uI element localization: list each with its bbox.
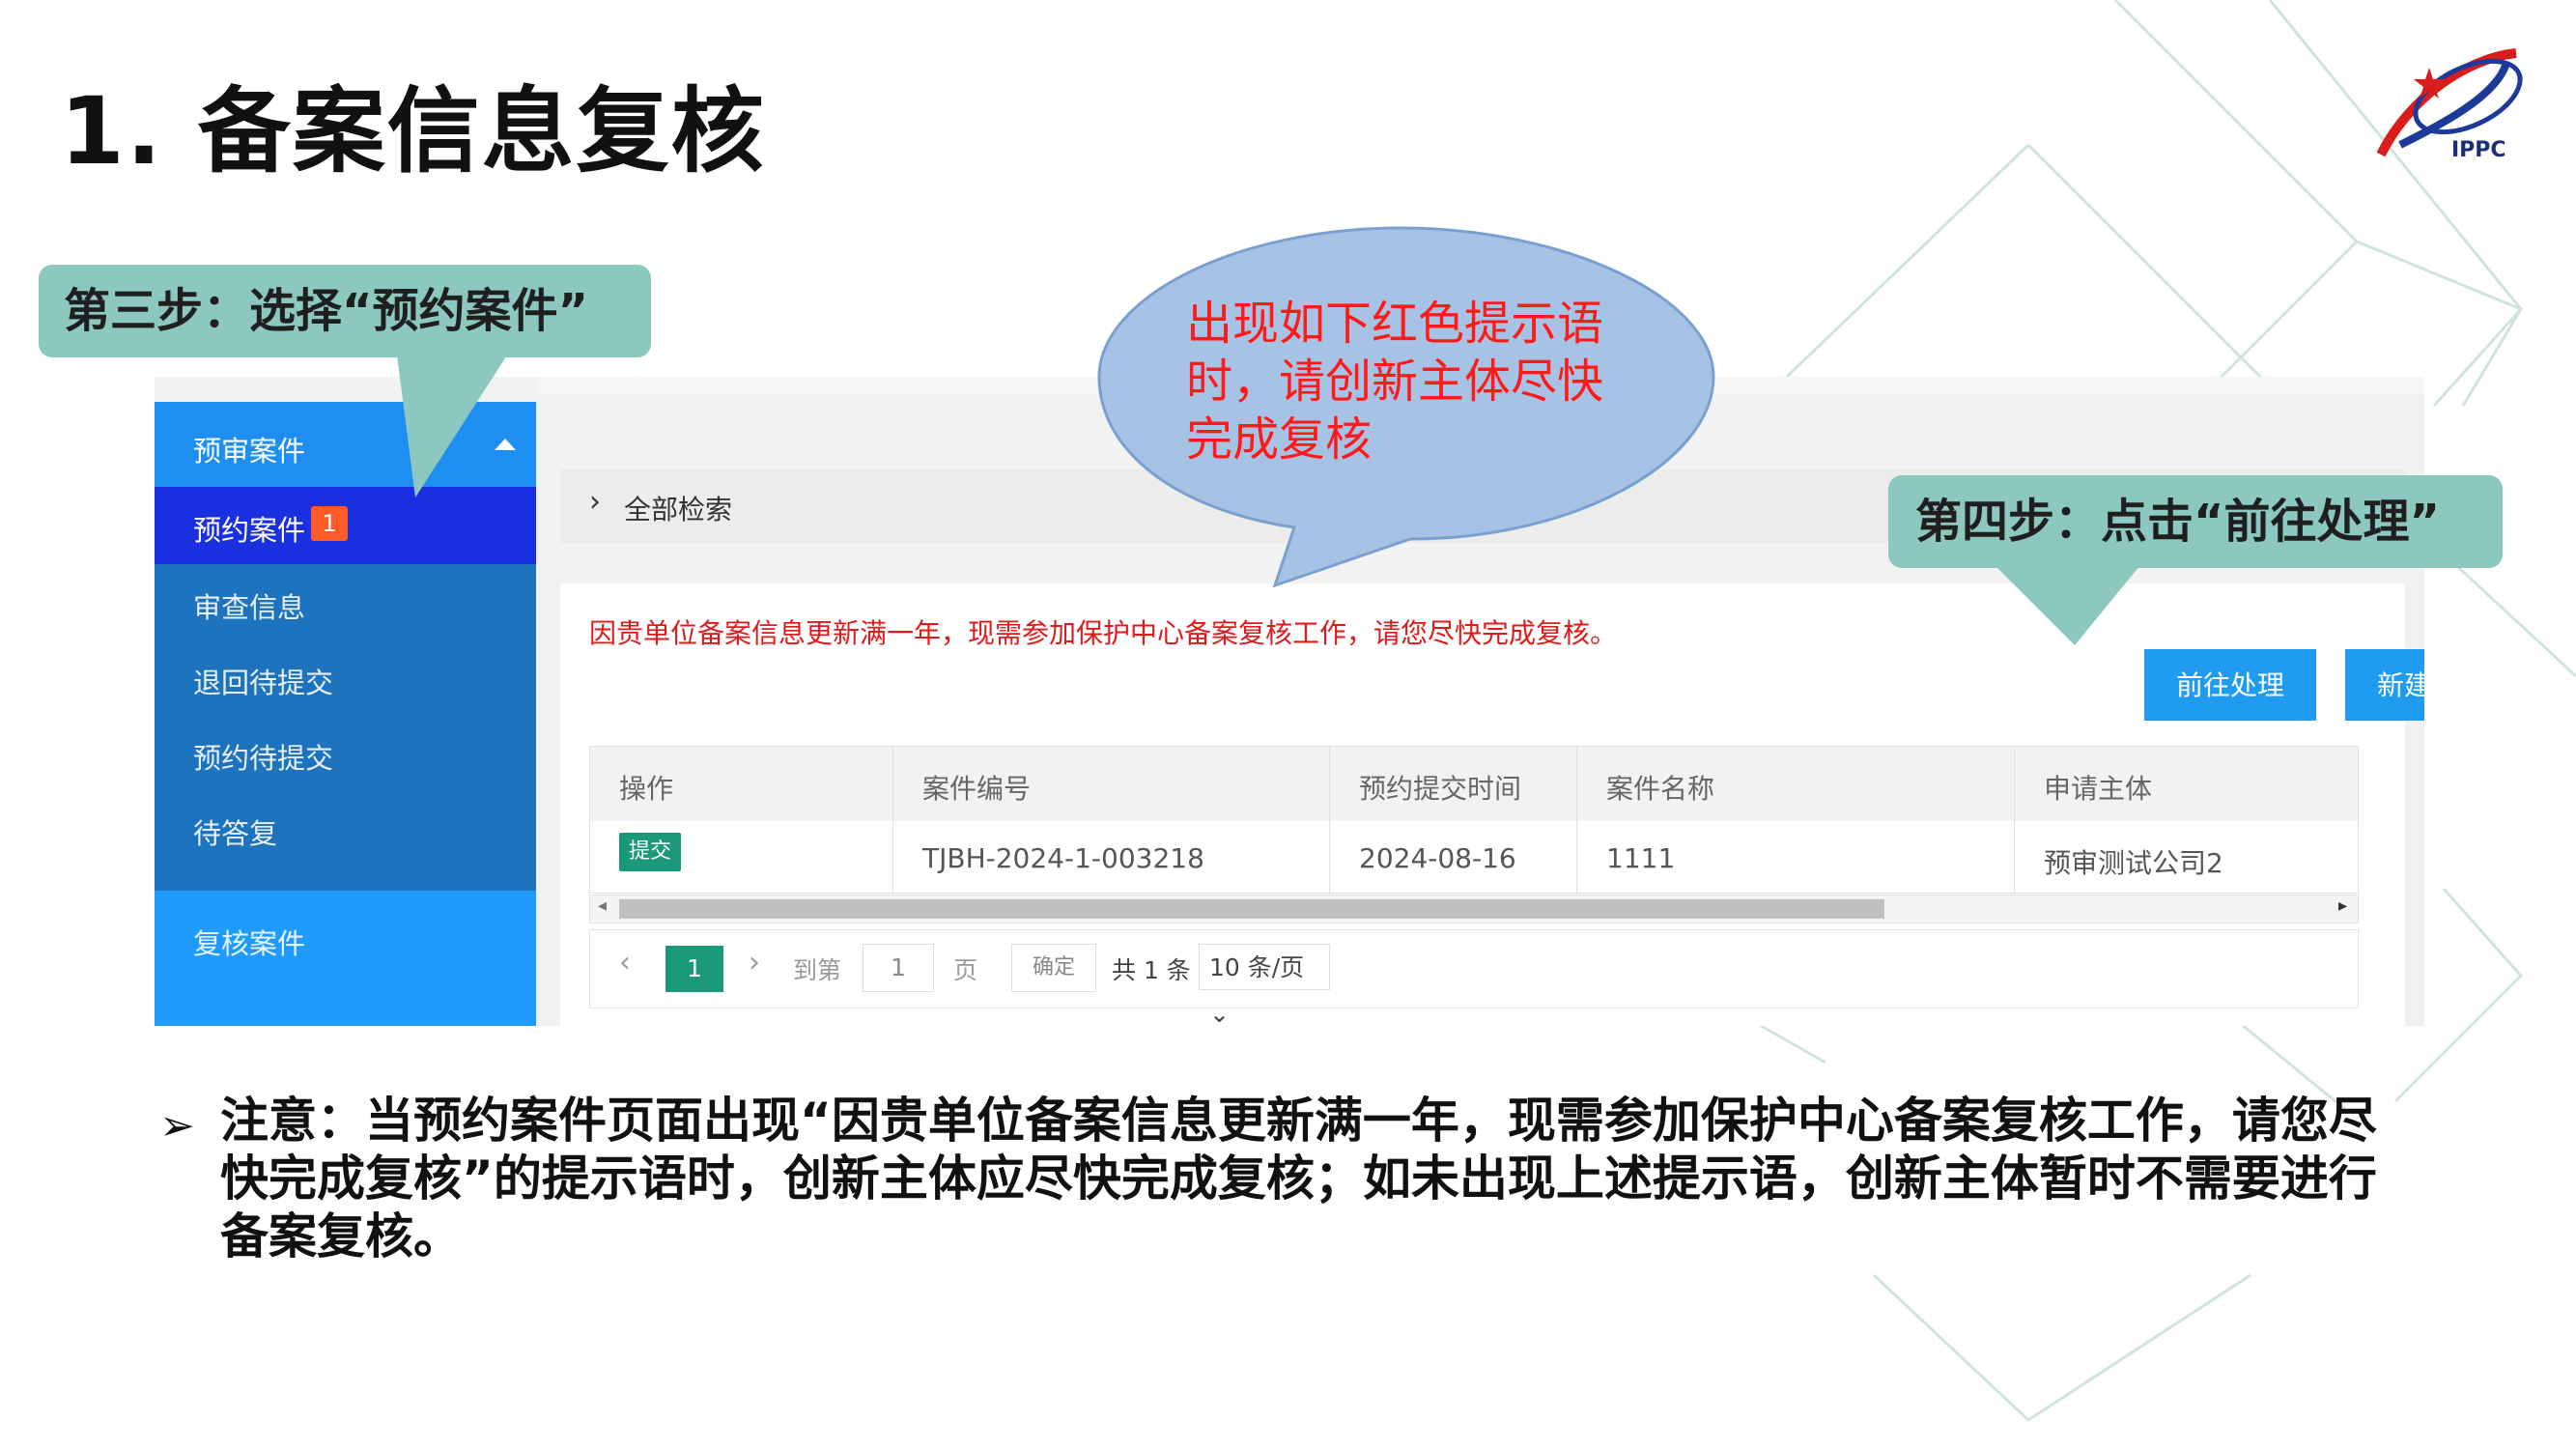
case-number: TJBH-2024-1-003218 [922, 842, 1204, 874]
col-header: 案件编号 [922, 773, 1032, 805]
total-count: 共 1 条 [1112, 956, 1191, 984]
sidebar-group-label: 复核案件 [193, 927, 306, 960]
submit-button[interactable]: 提交 [619, 833, 681, 871]
content-card: 因贵单位备案信息更新满一年，现需参加保护中心备案复核工作，请您尽快完成复核。 前… [560, 583, 2424, 1026]
col-header: 申请主体 [2044, 773, 2153, 805]
table-header: 操作 案件编号 预约提交时间 案件名称 申请主体 [589, 746, 2359, 823]
page-current[interactable]: 1 [665, 946, 723, 992]
search-label: 全部检索 [624, 494, 733, 526]
note-text: 注意：当预约案件页面出现“因贵单位备案信息更新满一年，现需参加保护中心备案复核工… [220, 1093, 2377, 1264]
bullet-arrow-icon: ➢ [159, 1101, 195, 1151]
sidebar-item-returned[interactable]: 退回待提交 [193, 661, 333, 701]
bubble-text: 出现如下红色提示语 时，请创新主体尽快 完成复核 [1186, 295, 1603, 469]
goto-page-input[interactable]: 1 [863, 944, 934, 992]
scroll-left-icon[interactable]: ◂ [598, 895, 607, 916]
sidebar-group-recheck[interactable]: 复核案件 [155, 891, 536, 1026]
col-header: 案件名称 [1606, 773, 1715, 805]
bubble-line: 出现如下红色提示语 [1186, 297, 1604, 351]
bubble-line: 时，请创新主体尽快 [1186, 355, 1604, 409]
sidebar-item-awaiting-reply[interactable]: 待答复 [193, 811, 277, 852]
slide-title: 1. 备案信息复核 [60, 77, 766, 185]
submit-time: 2024-08-16 [1359, 842, 1516, 874]
step4-pointer [1990, 560, 2144, 645]
scrollbar-thumb[interactable] [619, 899, 1884, 919]
sidebar-group-label: 预审案件 [193, 435, 306, 468]
chevron-right-icon: › [589, 485, 601, 519]
sidebar-item-pending-submit[interactable]: 预约待提交 [193, 736, 333, 777]
new-reservation-button[interactable]: 新建预约 [2345, 649, 2424, 721]
column-divider [1329, 746, 1330, 893]
chevron-down-icon: ⌄ [1209, 1000, 1230, 1026]
step4-callout: 第四步：点击“前往处理” [1888, 475, 2503, 568]
horizontal-scrollbar[interactable]: ◂ ▸ [589, 895, 2359, 923]
page-size-value: 10 条/页 [1209, 953, 1305, 981]
col-header: 操作 [619, 773, 674, 805]
column-divider [892, 746, 893, 893]
goto-label: 到第 [793, 956, 842, 984]
logo-text: IPPC [2451, 138, 2506, 162]
prev-page-icon[interactable]: ‹ [619, 946, 631, 980]
case-name: 1111 [1606, 842, 1676, 874]
applicant: 预审测试公司2 [2044, 847, 2223, 879]
count-badge: 1 [311, 506, 348, 541]
page-size-select[interactable]: 10 条/页 ⌄ [1199, 944, 1330, 1026]
goto-confirm-button[interactable]: 确定 [1011, 944, 1096, 992]
col-header: 预约提交时间 [1359, 773, 1522, 805]
page-unit-label: 页 [953, 956, 978, 984]
column-divider [1576, 746, 1577, 893]
column-divider [2014, 746, 2015, 893]
sidebar-item-review-info[interactable]: 审查信息 [193, 585, 305, 626]
pagination: ‹ 1 › 到第 1 页 确定 共 1 条 10 条/页 ⌄ [589, 929, 2359, 1026]
step3-pointer [396, 348, 512, 497]
bubble-line: 完成复核 [1186, 412, 1373, 467]
step3-callout: 第三步：选择“预约案件” [39, 265, 651, 357]
go-process-button[interactable]: 前往处理 [2144, 649, 2316, 721]
sidebar-item-label: 预约案件 [193, 514, 306, 547]
next-page-icon[interactable]: › [749, 946, 760, 980]
warning-message: 因贵单位备案信息更新满一年，现需参加保护中心备案复核工作，请您尽快完成复核。 [589, 617, 1618, 649]
table-row: 提交 TJBH-2024-1-003218 2024-08-16 1111 预审… [589, 821, 2359, 894]
scroll-right-icon[interactable]: ▸ [2338, 895, 2347, 916]
